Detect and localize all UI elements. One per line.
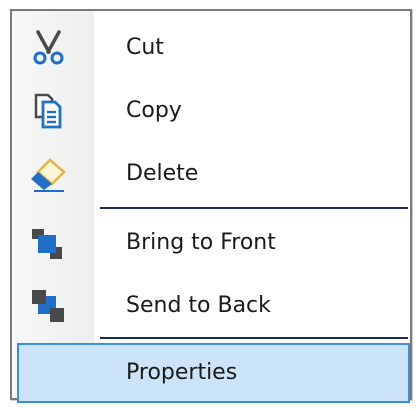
bring-to-front-icon bbox=[28, 223, 68, 263]
menu-item-label: Send to Back bbox=[126, 293, 271, 318]
context-menu: Cut Copy Delete Bring to Front Send to B… bbox=[10, 9, 412, 403]
menu-item-label: Cut bbox=[126, 35, 164, 60]
menu-item-delete[interactable]: Delete bbox=[14, 144, 410, 204]
menu-item-label: Properties bbox=[126, 360, 238, 385]
menu-item-properties[interactable]: Properties bbox=[17, 343, 410, 403]
send-to-back-icon bbox=[28, 286, 68, 326]
eraser-icon bbox=[28, 154, 68, 194]
menu-item-bring-to-front[interactable]: Bring to Front bbox=[14, 213, 410, 273]
menu-item-label: Bring to Front bbox=[126, 230, 276, 255]
menu-item-send-to-back[interactable]: Send to Back bbox=[14, 276, 410, 336]
menu-item-label: Delete bbox=[126, 161, 199, 186]
menu-separator bbox=[100, 337, 408, 339]
menu-item-label: Copy bbox=[126, 98, 182, 123]
copy-icon bbox=[28, 91, 68, 131]
menu-item-copy[interactable]: Copy bbox=[14, 81, 410, 141]
scissors-icon bbox=[28, 28, 68, 68]
menu-separator bbox=[100, 207, 408, 209]
menu-item-cut[interactable]: Cut bbox=[14, 18, 410, 78]
